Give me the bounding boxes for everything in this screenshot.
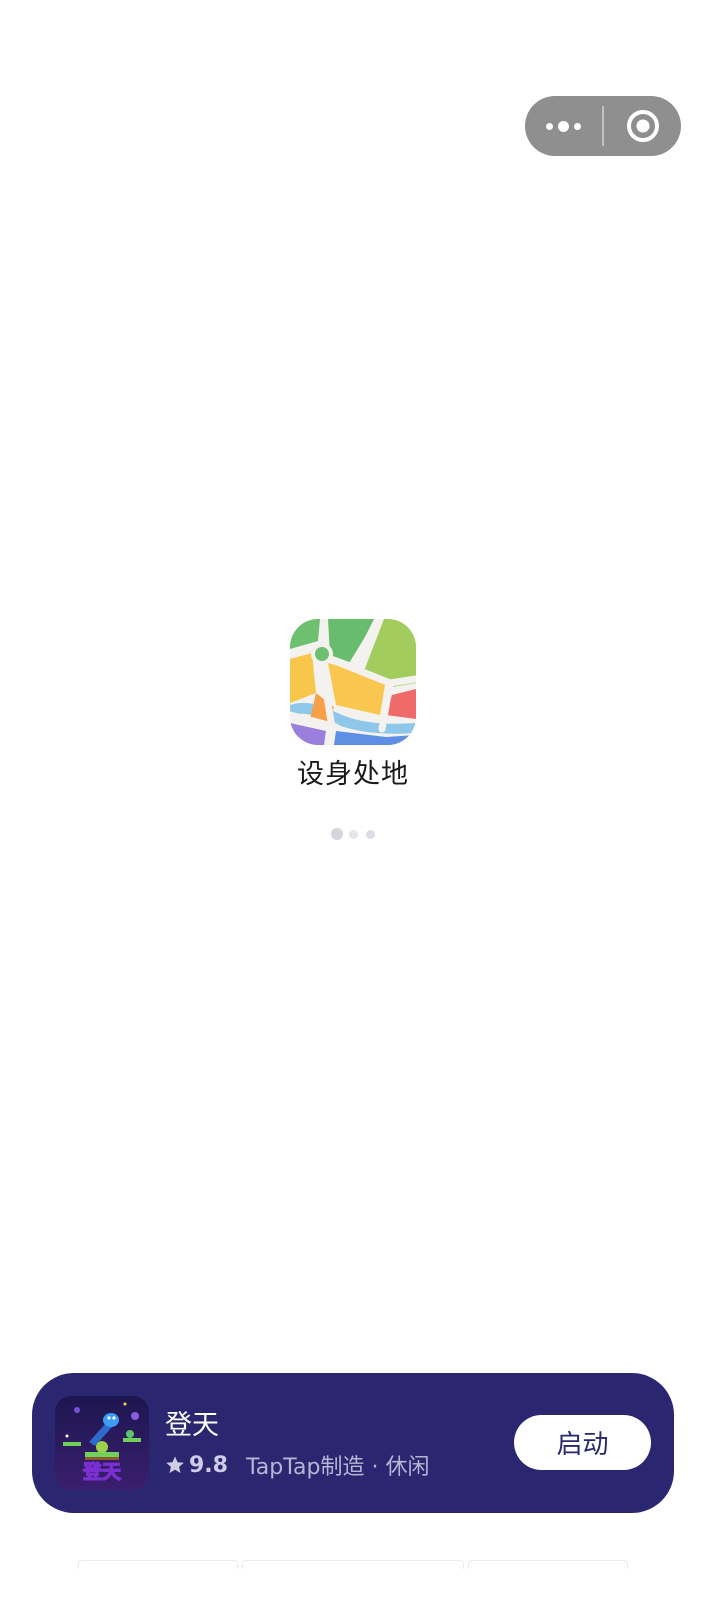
star-icon xyxy=(166,1456,184,1473)
more-dots-icon xyxy=(546,120,581,132)
game-promo-banner[interactable]: 登天 登天 9.8 TapTap制造 · 休闲 启动 xyxy=(32,1373,674,1513)
svg-text:登天: 登天 xyxy=(82,1460,122,1483)
game-meta: 9.8 TapTap制造 · 休闲 xyxy=(165,1449,429,1481)
game-icon: 登天 xyxy=(55,1396,149,1490)
close-button[interactable] xyxy=(604,96,681,156)
game-name: 登天 xyxy=(165,1410,219,1441)
app-logo xyxy=(290,619,416,745)
bottom-tab-edge xyxy=(467,1560,629,1569)
mini-program-splash-screen: 设身处地 登天 登天 9.8 TapTap制造 · 休闲 启动 xyxy=(0,0,720,1600)
launch-button[interactable]: 启动 xyxy=(514,1415,651,1470)
more-button[interactable] xyxy=(525,96,602,156)
app-name: 设身处地 xyxy=(297,759,409,790)
target-circle-icon xyxy=(626,110,659,142)
loading-dot xyxy=(366,829,375,839)
bottom-tab-edge xyxy=(242,1560,464,1569)
bottom-tab-strip xyxy=(78,1560,629,1569)
colorful-map-icon xyxy=(290,619,416,745)
game-art-icon: 登天 xyxy=(55,1396,149,1490)
loading-indicator xyxy=(331,828,375,840)
bottom-tab-edge xyxy=(78,1560,239,1569)
capsule-menu xyxy=(525,96,681,156)
game-rating: 9.8 xyxy=(189,1452,228,1478)
game-maker-category: TapTap制造 · 休闲 xyxy=(245,1455,430,1480)
loading-dot xyxy=(331,828,343,840)
loading-dot xyxy=(349,829,358,839)
